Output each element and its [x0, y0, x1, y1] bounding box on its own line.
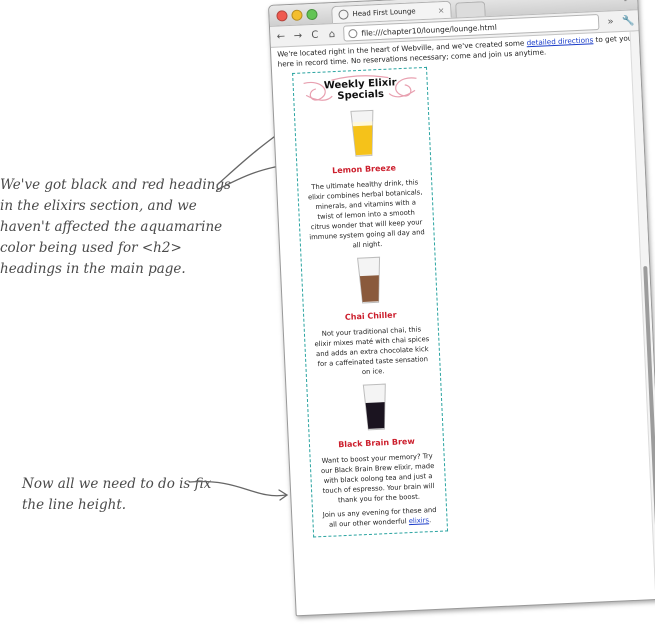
sidebar-header: Weekly Elixir Specials [301, 72, 419, 109]
chai-glass-icon [356, 256, 380, 304]
tab-title: Head First Lounge [352, 7, 416, 19]
glass-image [309, 251, 428, 310]
wrench-icon[interactable]: 🔧 [622, 15, 635, 27]
home-button[interactable]: ⌂ [326, 28, 337, 39]
directions-link[interactable]: detailed directions [526, 35, 593, 47]
elixir-description: The ultimate healthy drink, this elixir … [307, 178, 425, 250]
elixir-chai-chiller: Chai Chiller Not your traditional chai, … [309, 251, 431, 379]
elixirs-sidebar: Weekly Elixir Specials Lemon Breeze The … [292, 66, 449, 538]
file-icon [348, 28, 358, 38]
lemon-glass-icon [349, 109, 373, 157]
sidebar-footer: Join us any evening for these and all ou… [321, 505, 439, 530]
browser-window: Head First Lounge × ⤢ ← → C ⌂ file:///ch… [268, 0, 655, 617]
elixir-description: Not your traditional chai, this elixir m… [314, 325, 430, 377]
sidebar-title: Weekly Elixir Specials [323, 77, 397, 102]
window-controls [276, 8, 318, 22]
new-tab-button[interactable] [455, 1, 486, 18]
forward-button[interactable]: → [292, 30, 303, 41]
tab-close-icon[interactable]: × [438, 6, 445, 15]
glass-image [303, 104, 422, 163]
minimize-window-button[interactable] [291, 9, 303, 21]
footer-punctuation: . [428, 516, 432, 525]
elixir-heading: Chai Chiller [344, 310, 397, 322]
glass-image [315, 378, 434, 437]
elixir-heading: Black Brain Brew [338, 436, 415, 450]
elixir-description: Want to boost your memory? Try our Black… [320, 451, 435, 505]
elixirs-link[interactable]: elixirs [409, 516, 430, 525]
close-window-button[interactable] [276, 10, 288, 22]
more-button[interactable]: » [605, 16, 616, 27]
reload-button[interactable]: C [309, 29, 320, 40]
fullscreen-icon[interactable]: ⤢ [624, 0, 632, 4]
elixir-lemon-breeze: Lemon Breeze The ultimate healthy drink,… [303, 104, 426, 252]
zoom-window-button[interactable] [306, 8, 318, 21]
black-brew-glass-icon [362, 383, 386, 431]
elixir-heading: Lemon Breeze [331, 163, 397, 176]
back-button[interactable]: ← [275, 31, 286, 42]
arrow-to-text [189, 480, 287, 497]
page-content: We're located right in the heart of Webv… [271, 31, 655, 540]
page-icon [338, 9, 349, 20]
elixir-black-brain-brew: Black Brain Brew Want to boost your memo… [315, 378, 437, 506]
address-value: file:///chapter10/lounge/lounge.html [361, 22, 497, 38]
